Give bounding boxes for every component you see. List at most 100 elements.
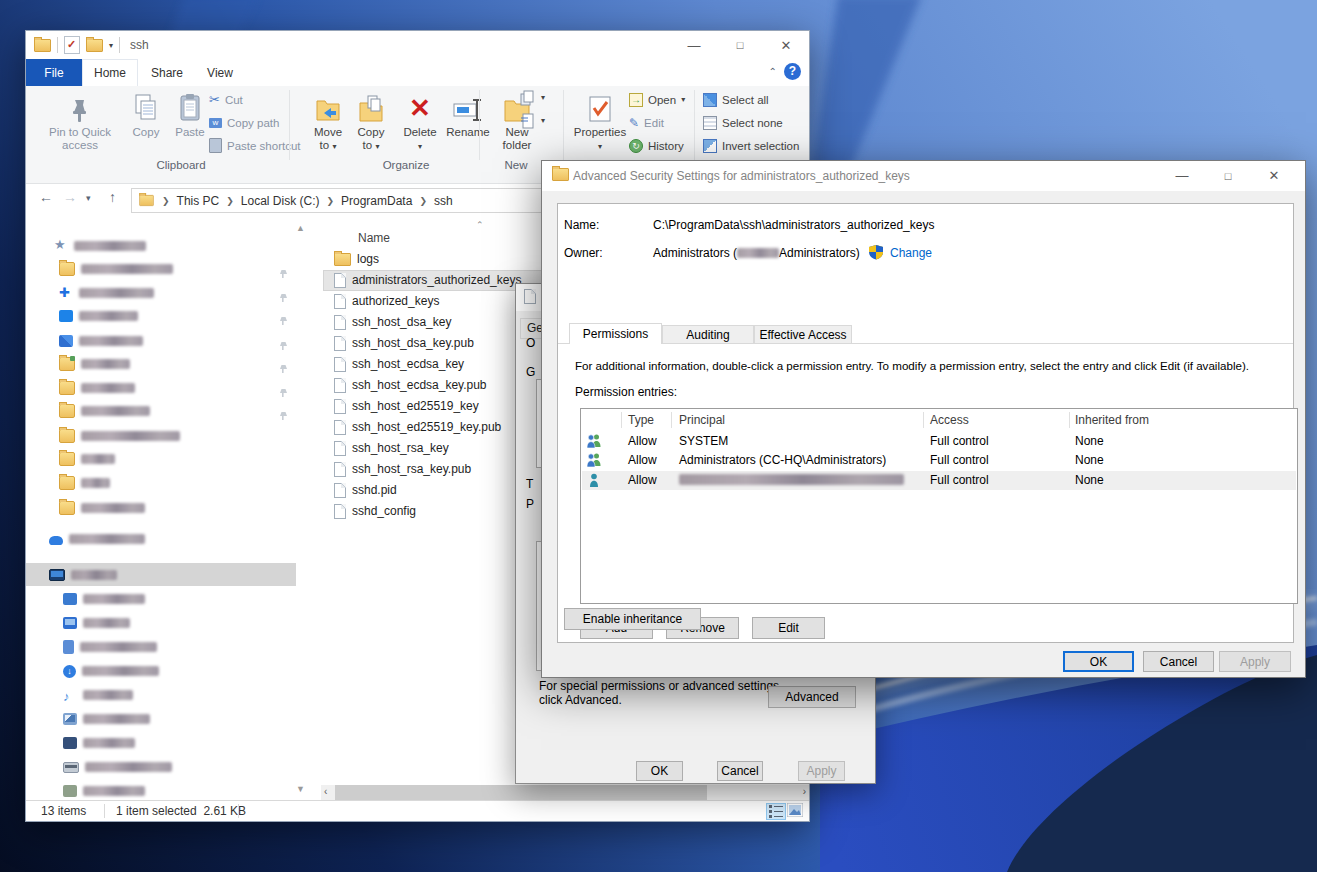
copy-button[interactable]: Copy — [126, 89, 166, 139]
sidebar-item[interactable] — [59, 426, 180, 446]
sidebar-item[interactable] — [59, 354, 130, 374]
sidebar-item[interactable]: ★ — [54, 236, 146, 256]
cut-button[interactable]: ✂Cut — [209, 90, 243, 109]
sidebar-item[interactable] — [59, 449, 115, 469]
sidebar-item[interactable]: ♪ — [63, 685, 133, 705]
file-row[interactable]: ssh_host_ed25519_key — [323, 396, 479, 417]
files-horizontal-scrollbar[interactable]: ‹ › — [321, 785, 809, 800]
tab-home[interactable]: Home — [82, 59, 138, 86]
permission-entry-row[interactable]: AllowSYSTEMFull controlNone — [582, 432, 1296, 452]
select-all-button[interactable]: Select all — [703, 90, 769, 109]
file-row[interactable]: ssh_host_ecdsa_key — [323, 354, 464, 375]
sidebar-item[interactable] — [63, 637, 157, 657]
file-row[interactable]: ssh_host_ecdsa_key.pub — [323, 375, 487, 396]
breadcrumb-local-disk[interactable]: Local Disk (C:) — [241, 194, 320, 208]
sidebar-item[interactable] — [59, 259, 173, 279]
paste-shortcut-button[interactable]: Paste shortcut — [209, 136, 301, 155]
tab-effective-access[interactable]: Effective Access — [754, 325, 852, 344]
copy-to-button[interactable]: Copyto ▾ — [351, 89, 391, 153]
breadcrumb-this-pc[interactable]: This PC — [177, 194, 220, 208]
large-icons-view-button[interactable] — [787, 803, 807, 820]
tab-auditing[interactable]: Auditing — [662, 325, 754, 344]
permission-entry-row[interactable]: AllowAdministrators (CC-HQ\Administrator… — [582, 451, 1296, 471]
sidebar-item[interactable] — [59, 331, 143, 351]
permission-entry-row[interactable]: AllowFull controlNone — [582, 471, 1296, 491]
properties-button[interactable]: Properties▾ — [572, 89, 628, 153]
sidebar-item[interactable] — [63, 733, 135, 753]
sidebar-item[interactable]: ↓ — [63, 661, 159, 681]
move-to-button[interactable]: Moveto ▾ — [308, 89, 348, 153]
details-view-button[interactable] — [766, 803, 786, 820]
sidebar-item[interactable] — [63, 757, 172, 777]
props-ok-button[interactable]: OK — [636, 761, 683, 781]
minimize-ribbon-icon[interactable]: ⌃ — [769, 66, 777, 77]
tab-view[interactable]: View — [196, 59, 244, 86]
tab-share[interactable]: Share — [142, 59, 192, 86]
sidebar-item[interactable] — [63, 589, 145, 609]
forward-icon[interactable]: → — [63, 189, 77, 205]
easy-access-button[interactable]: ▾ — [520, 111, 545, 130]
back-icon[interactable]: ← — [39, 189, 53, 205]
dialog-maximize-button[interactable]: □ — [1205, 161, 1251, 190]
file-row[interactable]: logs — [323, 249, 379, 270]
sidebar-item[interactable] — [59, 306, 138, 326]
props-cancel-button[interactable]: Cancel — [717, 761, 763, 781]
file-row[interactable]: ssh_host_dsa_key.pub — [323, 333, 474, 354]
owner-label: Owner: — [564, 246, 603, 260]
pin-to-quick-access-button[interactable]: Pin to Quickaccess — [36, 89, 124, 152]
sidebar-item[interactable] — [49, 565, 117, 585]
sidebar-item[interactable]: ✚ — [59, 283, 154, 303]
delete-button[interactable]: ✕ Delete▾ — [398, 89, 442, 153]
file-row[interactable]: ssh_host_ed25519_key.pub — [323, 417, 501, 438]
maximize-button[interactable]: □ — [717, 31, 763, 59]
file-row[interactable]: ssh_host_rsa_key.pub — [323, 459, 471, 480]
close-button[interactable]: ✕ — [763, 31, 809, 59]
sidebar-item[interactable] — [59, 378, 135, 398]
new-item-button[interactable]: ▾ — [520, 88, 545, 107]
dialog-cancel-button[interactable]: Cancel — [1143, 651, 1214, 672]
sidebar-item[interactable] — [63, 781, 145, 801]
minimize-button[interactable]: — — [671, 31, 717, 59]
qat-properties-icon[interactable]: ✓ — [64, 36, 80, 54]
qat-newfolder-icon[interactable] — [86, 39, 103, 52]
rename-button[interactable]: Rename — [444, 89, 492, 139]
change-owner-link[interactable]: Change — [890, 246, 932, 260]
advanced-security-dialog: Advanced Security Settings for administr… — [541, 160, 1306, 678]
invert-selection-button[interactable]: Invert selection — [703, 136, 799, 155]
sidebar-item[interactable] — [59, 401, 150, 421]
sidebar-scrollbar[interactable]: ▲ ▼ — [292, 221, 308, 796]
sidebar-item[interactable] — [63, 613, 130, 633]
history-button[interactable]: ↻History — [629, 136, 684, 155]
breadcrumb-ssh[interactable]: ssh — [434, 194, 453, 208]
file-row[interactable]: administrators_authorized_keys — [323, 270, 521, 291]
dialog-ok-button[interactable]: OK — [1063, 651, 1134, 672]
file-row[interactable]: sshd.pid — [323, 480, 397, 501]
dialog-minimize-button[interactable]: — — [1159, 161, 1205, 190]
file-row[interactable]: ssh_host_dsa_key — [323, 312, 451, 333]
sidebar-item[interactable] — [49, 529, 145, 549]
file-row[interactable]: ssh_host_rsa_key — [323, 438, 449, 459]
dialog-close-button[interactable]: ✕ — [1251, 161, 1297, 190]
file-row[interactable]: authorized_keys — [323, 291, 439, 312]
tab-permissions[interactable]: Permissions — [569, 323, 662, 344]
sidebar-item[interactable] — [59, 473, 110, 493]
advanced-button[interactable]: Advanced — [768, 686, 856, 708]
enable-inheritance-button[interactable]: Enable inheritance — [564, 608, 701, 630]
sidebar-item[interactable] — [63, 709, 150, 729]
open-button[interactable]: →Open▾ — [629, 90, 685, 109]
copy-path-button[interactable]: wCopy path — [209, 113, 279, 132]
edit-button-dialog[interactable]: Edit — [752, 617, 825, 639]
breadcrumb-programdata[interactable]: ProgramData — [341, 194, 412, 208]
sidebar-item[interactable] — [59, 498, 145, 518]
file-row[interactable]: sshd_config — [323, 501, 416, 522]
up-icon[interactable]: ↑ — [109, 189, 116, 205]
qat-customize-icon[interactable]: ▾ — [109, 41, 113, 50]
tab-file[interactable]: File — [26, 59, 82, 86]
dialog-apply-button[interactable]: Apply — [1219, 651, 1291, 672]
props-apply-button[interactable]: Apply — [798, 761, 845, 781]
recent-locations-icon[interactable]: ▾ — [86, 193, 91, 203]
help-icon[interactable]: ? — [784, 63, 801, 80]
edit-button[interactable]: ✎Edit — [629, 113, 664, 132]
paste-button[interactable]: Paste — [168, 89, 212, 139]
select-none-button[interactable]: Select none — [703, 113, 783, 132]
